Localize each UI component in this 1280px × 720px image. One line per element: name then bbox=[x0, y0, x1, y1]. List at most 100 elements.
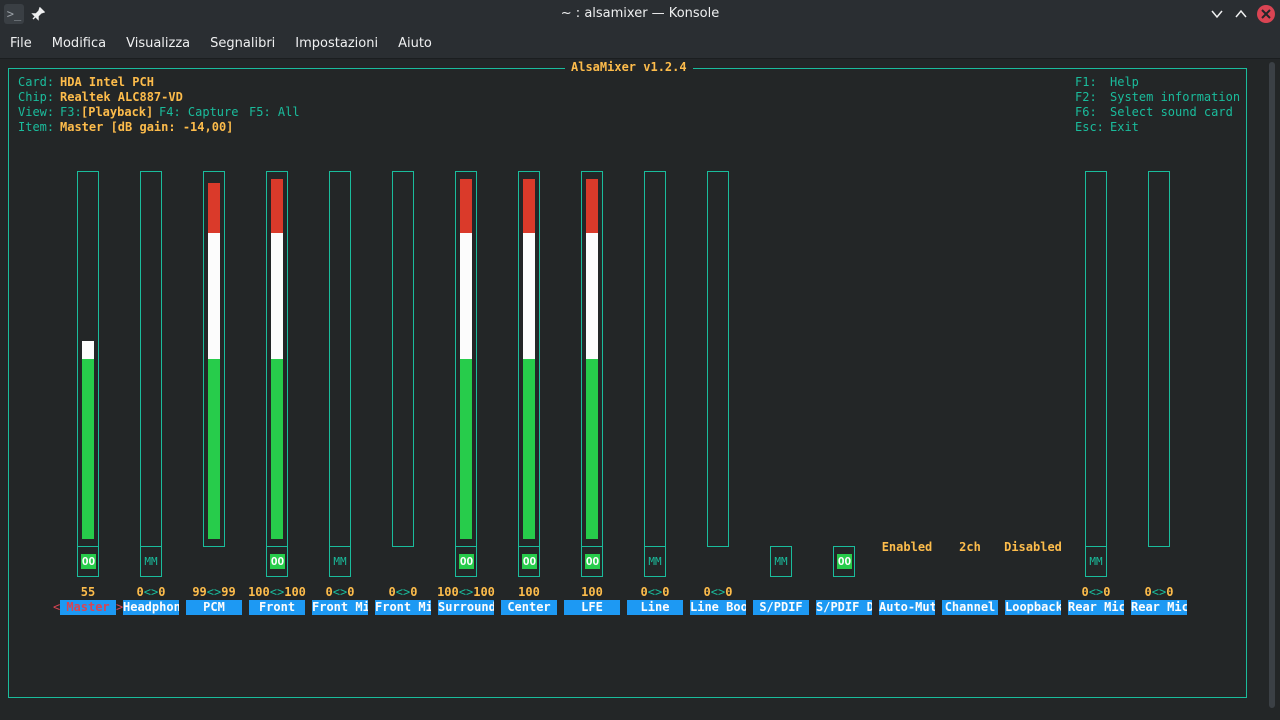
channel-headphon-1-switch[interactable]: MM bbox=[140, 546, 162, 577]
channel-headphon-1-switch-state: MM bbox=[144, 555, 158, 568]
view-playback[interactable]: [Playback] bbox=[81, 105, 153, 120]
channel-lfe-8-level-green bbox=[586, 359, 598, 539]
card-label: Card: bbox=[18, 75, 55, 89]
channel-surround-6-switch[interactable]: OO bbox=[455, 546, 477, 577]
channel-loopback-15-enum-value: Disabled bbox=[1004, 540, 1062, 554]
scrollbar-thumb[interactable] bbox=[1269, 62, 1275, 708]
channel-pcm-2-level-green bbox=[208, 359, 220, 539]
channel-rear-mic-17-value: 0<>0 bbox=[1144, 585, 1174, 599]
menu-aiuto[interactable]: Aiuto bbox=[388, 29, 442, 59]
channel-rear-mic-16-switch-state: MM bbox=[1089, 555, 1103, 568]
channel-surround-6-level-red bbox=[460, 179, 472, 233]
channel-lfe-8-level-white bbox=[586, 233, 598, 359]
channel-front-3-switch-state: OO bbox=[270, 554, 285, 569]
channel-front-3-switch[interactable]: OO bbox=[266, 546, 288, 577]
chevron-up-icon bbox=[1235, 9, 1247, 18]
menu-visualizza[interactable]: Visualizza bbox=[116, 29, 200, 59]
mixer-title: AlsaMixer v1.2.4 bbox=[565, 60, 693, 75]
channel-front-mi-5-label[interactable]: Front Mi bbox=[375, 600, 431, 615]
channel-line-boo-10-value: 0<>0 bbox=[703, 585, 733, 599]
view-label: View: bbox=[18, 105, 55, 119]
channel-front-mi-4-switch[interactable]: MM bbox=[329, 546, 351, 577]
channel-rear-mic-16-label[interactable]: Rear Mic bbox=[1068, 600, 1124, 615]
channel-center-7-label[interactable]: Center bbox=[501, 600, 557, 615]
channel-front-mi-5-gauge[interactable] bbox=[392, 171, 414, 547]
channel-pcm-2-label[interactable]: PCM bbox=[186, 600, 242, 615]
close-icon bbox=[1257, 5, 1275, 23]
terminal-area[interactable]: AlsaMixer v1.2.4 Card: HDA Intel PCH Chi… bbox=[0, 60, 1280, 720]
channel-center-7-switch[interactable]: OO bbox=[518, 546, 540, 577]
help-key-f6: F6: bbox=[1075, 105, 1097, 119]
channel-pcm-2-level-red bbox=[208, 182, 220, 233]
channel-loopback-15-label[interactable]: Loopback bbox=[1005, 600, 1061, 615]
channel-pcm-2-level-white bbox=[208, 233, 220, 359]
chevron-down-icon bbox=[1211, 10, 1223, 19]
channel-surround-6-label[interactable]: Surround bbox=[438, 600, 494, 615]
item-label: Item: bbox=[18, 120, 55, 134]
channel-rear-mic-17-label[interactable]: Rear Mic bbox=[1131, 600, 1187, 615]
help-text-esc[interactable]: Exit bbox=[1110, 120, 1139, 135]
maximize-button[interactable] bbox=[1231, 4, 1251, 24]
channel-lfe-8-switch[interactable]: OO bbox=[581, 546, 603, 577]
channel-front-mi-4-label[interactable]: Front Mi bbox=[312, 600, 368, 615]
view-capture[interactable]: F4: Capture bbox=[159, 105, 238, 120]
channel-headphon-1-gauge[interactable] bbox=[140, 171, 162, 547]
menu-impostazioni[interactable]: Impostazioni bbox=[285, 29, 388, 59]
help-key-esc: Esc: bbox=[1075, 120, 1104, 134]
channel-master-0-label[interactable]: Master bbox=[60, 600, 116, 615]
channel-s-pdif-d-12-switch-state: OO bbox=[837, 554, 852, 569]
channel-rear-mic-16-switch[interactable]: MM bbox=[1085, 546, 1107, 577]
channel-s-pdif-d-12-switch[interactable]: OO bbox=[833, 546, 855, 577]
menu-file[interactable]: File bbox=[0, 29, 42, 59]
item-value: Master [dB gain: -14,00] bbox=[60, 120, 234, 134]
channel-surround-6-level-green bbox=[460, 359, 472, 539]
channel-lfe-8-label[interactable]: LFE bbox=[564, 600, 620, 615]
help-text-f1[interactable]: Help bbox=[1110, 75, 1139, 90]
channel-front-3-level-white bbox=[271, 233, 283, 359]
chip-label: Chip: bbox=[18, 90, 55, 104]
view-f3: F3: bbox=[60, 105, 82, 119]
help-key-f1: F1: bbox=[1075, 75, 1097, 89]
channel-s-pdif-11-switch[interactable]: MM bbox=[770, 546, 792, 577]
channel-s-pdif-11-label[interactable]: S/PDIF bbox=[753, 600, 809, 615]
channel-line-9-gauge[interactable] bbox=[644, 171, 666, 547]
scrollbar[interactable] bbox=[1268, 60, 1276, 710]
channel-rear-mic-17-gauge[interactable] bbox=[1148, 171, 1170, 547]
channel-channel-14-label[interactable]: Channel bbox=[942, 600, 998, 615]
close-button[interactable] bbox=[1256, 4, 1276, 24]
channel-headphon-1-label[interactable]: Headphon bbox=[123, 600, 179, 615]
channel-center-7-level-red bbox=[523, 179, 535, 233]
channel-center-7-level-green bbox=[523, 359, 535, 539]
channel-front-mi-4-gauge[interactable] bbox=[329, 171, 351, 547]
card-value: HDA Intel PCH bbox=[60, 75, 154, 89]
help-text-f2[interactable]: System information bbox=[1110, 90, 1240, 105]
channel-master-0-level-green bbox=[82, 359, 94, 539]
channel-line-boo-10-gauge[interactable] bbox=[707, 171, 729, 547]
channel-line-9-switch-state: MM bbox=[648, 555, 662, 568]
channel-line-9-label[interactable]: Line bbox=[627, 600, 683, 615]
menu-bar: File Modifica Visualizza Segnalibri Impo… bbox=[0, 29, 1280, 59]
window-title: ~ : alsamixer — Konsole bbox=[560, 6, 720, 21]
minimize-button[interactable] bbox=[1207, 4, 1227, 24]
channel-rear-mic-16-gauge[interactable] bbox=[1085, 171, 1107, 547]
menu-modifica[interactable]: Modifica bbox=[42, 29, 116, 59]
channel-master-0-switch[interactable]: OO bbox=[77, 546, 99, 577]
channel-line-9-switch[interactable]: MM bbox=[644, 546, 666, 577]
channel-s-pdif-11-switch-state: MM bbox=[774, 555, 788, 568]
selected-left-arrow: < bbox=[53, 600, 61, 614]
menu-segnalibri[interactable]: Segnalibri bbox=[200, 29, 285, 59]
channel-s-pdif-d-12-label[interactable]: S/PDIF D bbox=[816, 600, 872, 615]
channel-master-0-level-white bbox=[82, 341, 94, 359]
help-text-f6[interactable]: Select sound card bbox=[1110, 105, 1233, 120]
channel-center-7-level-white bbox=[523, 233, 535, 359]
channel-front-3-level-red bbox=[271, 179, 283, 233]
channel-line-boo-10-label[interactable]: Line Boo bbox=[690, 600, 746, 615]
channel-auto-mut-13-label[interactable]: Auto-Mut bbox=[879, 600, 935, 615]
channel-master-0-switch-state: OO bbox=[81, 554, 96, 569]
title-bar: >_ ~ : alsamixer — Konsole bbox=[0, 0, 1280, 29]
channel-front-mi-4-switch-state: MM bbox=[333, 555, 347, 568]
channel-surround-6-switch-state: OO bbox=[459, 554, 474, 569]
view-all[interactable]: F5: All bbox=[249, 105, 300, 120]
channel-front-3-label[interactable]: Front bbox=[249, 600, 305, 615]
help-key-f2: F2: bbox=[1075, 90, 1097, 104]
